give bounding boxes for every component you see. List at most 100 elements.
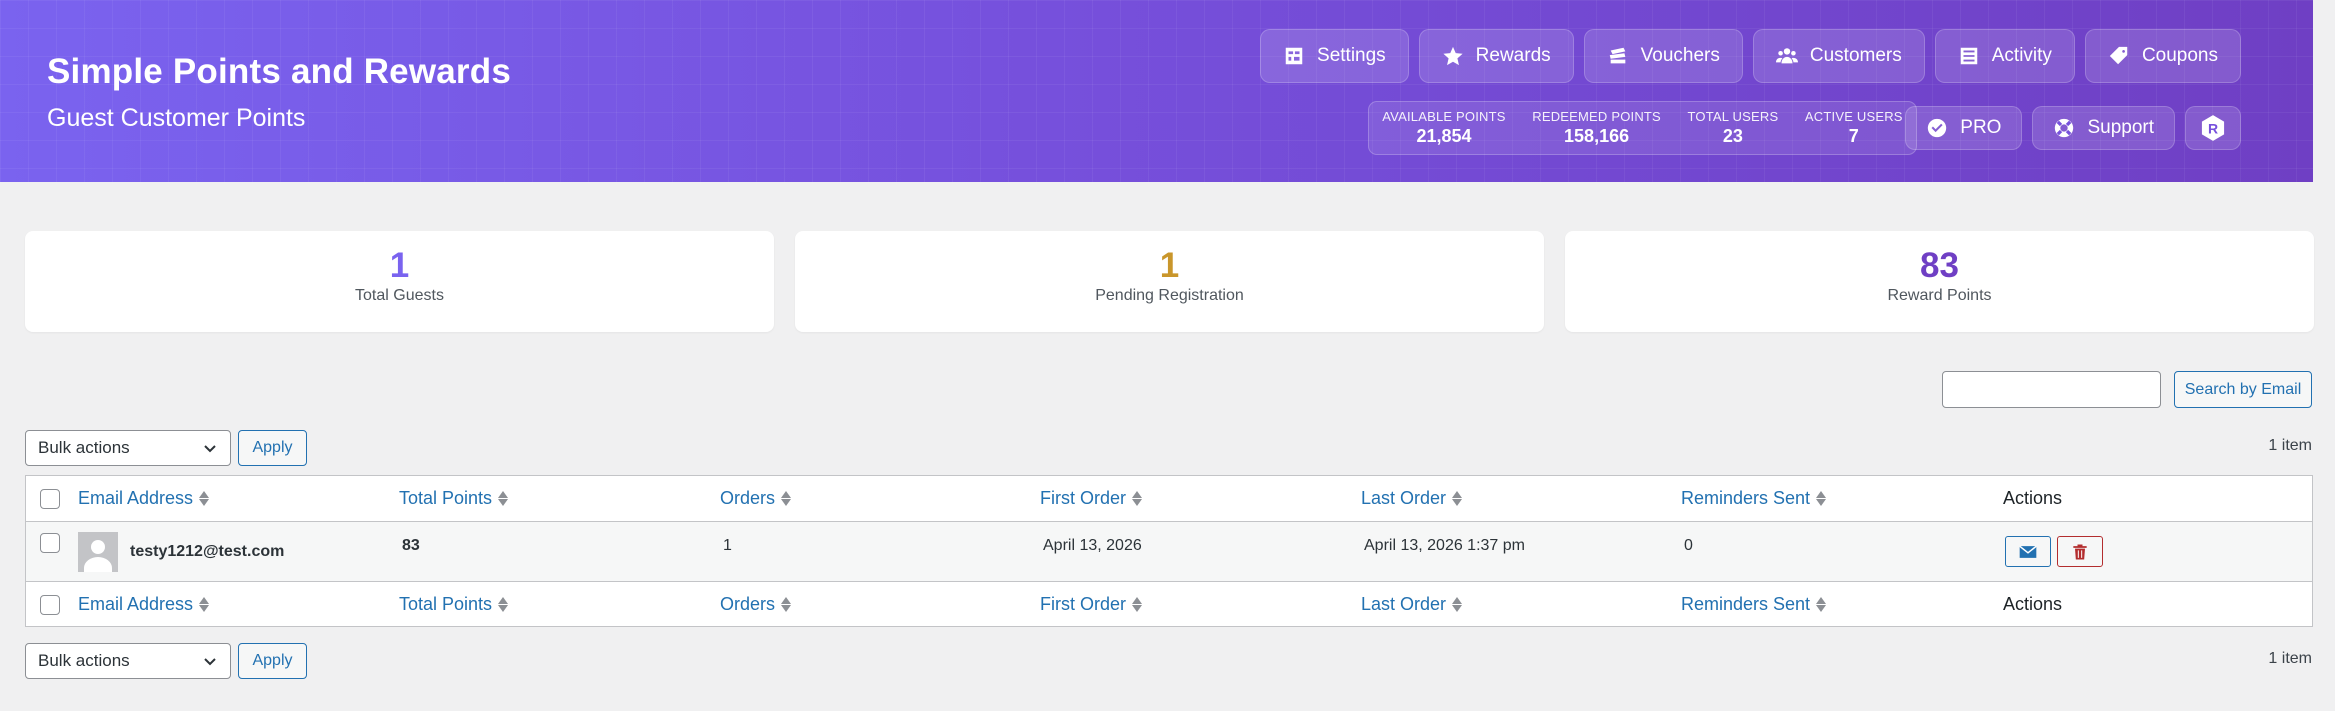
brand-logo-letter: R: [2208, 120, 2218, 136]
card-total-guests: 1 Total Guests: [25, 231, 774, 332]
bulk-actions-label: Bulk actions: [38, 651, 130, 670]
page-subtitle: Guest Customer Points: [47, 104, 306, 132]
search-email-input[interactable]: [1942, 371, 2161, 408]
column-label: Reminders Sent: [1681, 594, 1811, 614]
nav-settings-button[interactable]: Settings: [1260, 29, 1409, 83]
column-label: Total Points: [399, 488, 493, 508]
row-checkbox[interactable]: [40, 533, 60, 553]
pro-label: PRO: [1960, 117, 2002, 138]
points-value: 83: [402, 537, 420, 554]
email-cell: testy1212@test.com: [78, 522, 284, 581]
stat-label: TOTAL USERS: [1687, 109, 1779, 124]
column-last-order[interactable]: Last Order: [1361, 476, 1463, 521]
apply-button[interactable]: Apply: [238, 643, 307, 679]
apply-button[interactable]: Apply: [238, 430, 307, 466]
sort-icon: [1132, 491, 1143, 506]
sort-icon: [199, 491, 210, 506]
column-label: Reminders Sent: [1681, 488, 1811, 508]
stat-redeemed-points: REDEEMED POINTS 158,166: [1532, 109, 1661, 147]
stat-available-points: AVAILABLE POINTS 21,854: [1382, 109, 1505, 147]
column-label: Email Address: [78, 488, 194, 508]
chevron-down-icon: [204, 658, 216, 666]
page-title: Simple Points and Rewards: [47, 52, 511, 91]
card-reward-points: 83 Reward Points: [1565, 231, 2314, 332]
column-total-points[interactable]: Total Points: [399, 476, 509, 521]
table-footer-row: Email Address Total Points Orders First …: [26, 582, 2312, 627]
select-all-cell: [40, 476, 60, 521]
stat-label: AVAILABLE POINTS: [1382, 109, 1506, 124]
nav-coupons-button[interactable]: Coupons: [2084, 29, 2241, 83]
table-row: testy1212@test.com 83 1 April 13, 2026 A…: [26, 522, 2312, 582]
sort-icon: [498, 597, 509, 612]
settings-icon: [1285, 47, 1303, 65]
pro-button[interactable]: PRO: [1905, 106, 2023, 150]
column-label: First Order: [1040, 488, 1127, 508]
sort-icon: [199, 597, 210, 612]
column-first-order[interactable]: First Order: [1040, 582, 1143, 627]
sort-icon: [498, 491, 509, 506]
star-icon: [1443, 46, 1463, 66]
stats-panel: AVAILABLE POINTS 21,854 REDEEMED POINTS …: [1368, 101, 1917, 155]
nav-vouchers-button[interactable]: Vouchers: [1583, 29, 1743, 83]
support-button[interactable]: Support: [2032, 106, 2175, 150]
row-checkbox-cell: [40, 522, 60, 581]
stat-active-users: ACTIVE USERS 7: [1805, 109, 1903, 147]
search-by-email-button[interactable]: Search by Email: [2174, 371, 2312, 408]
sort-icon: [1132, 597, 1143, 612]
sort-icon: [781, 597, 792, 612]
top-nav: Settings Rewards Vouchers Customers Acti…: [1260, 29, 2241, 83]
column-label: First Order: [1040, 594, 1127, 614]
header-banner: Simple Points and Rewards Guest Customer…: [0, 0, 2313, 182]
column-reminders-sent[interactable]: Reminders Sent: [1681, 476, 1827, 521]
column-label: Last Order: [1361, 594, 1447, 614]
nav-activity-button[interactable]: Activity: [1934, 29, 2075, 83]
card-label: Reward Points: [1887, 287, 1992, 304]
item-count: 1 item: [2268, 650, 2312, 667]
email-value: testy1212@test.com: [130, 542, 285, 560]
bulk-actions-select[interactable]: Bulk actions: [25, 430, 231, 466]
stat-value: 7: [1848, 126, 1859, 146]
stat-label: ACTIVE USERS: [1804, 109, 1903, 124]
column-first-order[interactable]: First Order: [1040, 476, 1143, 521]
column-label: Total Points: [399, 594, 493, 614]
nav-rewards-button[interactable]: Rewards: [1418, 29, 1574, 83]
guest-points-table: Email Address Total Points Orders First …: [25, 475, 2313, 627]
sort-icon: [781, 491, 792, 506]
column-last-order[interactable]: Last Order: [1361, 582, 1463, 627]
select-all-checkbox[interactable]: [40, 488, 60, 509]
column-label: Orders: [720, 488, 776, 508]
nav-activity-label: Activity: [1991, 45, 2052, 66]
last-order-value: April 13, 2026 1:37 pm: [1364, 537, 1525, 554]
users-icon: [1775, 48, 1798, 64]
send-reminder-button[interactable]: [2005, 536, 2051, 567]
first-order-value: April 13, 2026: [1043, 537, 1142, 554]
check-circle-icon: [1928, 118, 1947, 138]
column-reminders-sent[interactable]: Reminders Sent: [1681, 582, 1827, 627]
column-email[interactable]: Email Address: [78, 476, 210, 521]
sort-icon: [1816, 491, 1827, 506]
support-label: Support: [2087, 117, 2154, 138]
bulk-actions-select[interactable]: Bulk actions: [25, 643, 231, 679]
brand-logo-button[interactable]: R: [2185, 106, 2241, 150]
delete-button[interactable]: [2057, 536, 2103, 567]
summary-cards: 1 Total Guests 1 Pending Registration 83…: [25, 231, 2314, 332]
nav-customers-button[interactable]: Customers: [1752, 29, 1925, 83]
tickets-icon: [1609, 47, 1625, 64]
column-orders[interactable]: Orders: [720, 582, 792, 627]
lifebuoy-icon: [2055, 118, 2074, 138]
stat-value: 23: [1722, 126, 1743, 146]
tag-icon: [2109, 46, 2128, 65]
nav-vouchers-label: Vouchers: [1640, 45, 1720, 66]
column-email[interactable]: Email Address: [78, 582, 210, 627]
chevron-down-icon: [204, 445, 216, 453]
column-label: Last Order: [1361, 488, 1447, 508]
select-all-checkbox[interactable]: [40, 594, 60, 615]
bulk-actions-label: Bulk actions: [38, 438, 130, 457]
column-label: Email Address: [78, 594, 194, 614]
column-orders[interactable]: Orders: [720, 476, 792, 521]
column-total-points[interactable]: Total Points: [399, 582, 509, 627]
brand-logo-icon: R: [2201, 115, 2225, 141]
nav-coupons-label: Coupons: [2141, 45, 2218, 66]
card-value: 1: [1159, 246, 1180, 285]
column-label: Orders: [720, 594, 776, 614]
